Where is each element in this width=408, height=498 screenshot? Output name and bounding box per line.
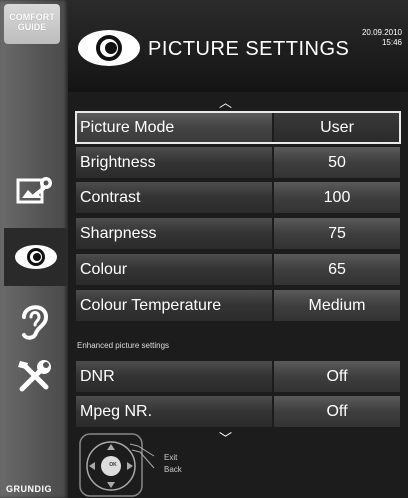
eye-icon bbox=[15, 245, 57, 269]
menu-row-label: Colour bbox=[76, 254, 272, 285]
menu-row-mpeg-nr[interactable]: Mpeg NR. Off bbox=[76, 396, 400, 427]
header: PICTURE SETTINGS 20.09.2010 15:46 bbox=[68, 0, 408, 92]
menu-row-label: Sharpness bbox=[76, 218, 272, 249]
menu-row-value[interactable]: 65 bbox=[274, 254, 400, 285]
sidebar-item-source[interactable] bbox=[0, 162, 68, 220]
menu-row-label: Mpeg NR. bbox=[76, 396, 272, 427]
comfort-guide-button[interactable]: COMFORT GUIDE bbox=[4, 4, 60, 44]
sidebar-item-sound[interactable] bbox=[0, 292, 68, 350]
menu-row-label: Contrast bbox=[76, 182, 272, 213]
eye-icon bbox=[78, 30, 140, 66]
menu-row-picture-mode[interactable]: Picture Mode User bbox=[75, 111, 401, 144]
scroll-down-icon[interactable]: ﹀ bbox=[219, 428, 232, 447]
menu-row-sharpness[interactable]: Sharpness 75 bbox=[76, 218, 400, 249]
date: 20.09.2010 bbox=[361, 28, 402, 37]
page-title: PICTURE SETTINGS bbox=[148, 38, 350, 60]
menu-row-contrast[interactable]: Contrast 100 bbox=[76, 182, 400, 213]
menu-row-label: Picture Mode bbox=[76, 112, 272, 143]
tools-icon bbox=[18, 360, 51, 392]
menu-row-value[interactable]: 75 bbox=[274, 218, 400, 249]
scroll-up-icon[interactable]: ︿ bbox=[219, 92, 232, 111]
menu-row-value[interactable]: Off bbox=[274, 361, 400, 392]
menu-row-label: Brightness bbox=[76, 147, 272, 178]
comfort-guide-label: COMFORT GUIDE bbox=[9, 12, 55, 32]
menu-row-value[interactable]: 50 bbox=[274, 147, 400, 178]
sidebar: COMFORT GUIDE GRUNDIG bbox=[0, 0, 68, 498]
ok-button-label: OK bbox=[109, 462, 117, 468]
back-legend: Back bbox=[164, 465, 182, 474]
time: 15:46 bbox=[381, 38, 402, 47]
datetime: 20.09.2010 15:46 bbox=[362, 28, 402, 48]
menu-row-colour[interactable]: Colour 65 bbox=[76, 254, 400, 285]
section-label: Enhanced picture settings bbox=[77, 341, 170, 350]
menu-row-value[interactable]: Off bbox=[274, 396, 400, 427]
menu-row-label: Colour Temperature bbox=[76, 290, 272, 321]
sidebar-item-picture[interactable] bbox=[4, 228, 68, 286]
menu-row-value[interactable]: Medium bbox=[274, 290, 400, 321]
menu-row-value[interactable]: 100 bbox=[274, 182, 400, 213]
menu-row-colour-temperature[interactable]: Colour Temperature Medium bbox=[76, 290, 400, 321]
sidebar-item-settings[interactable] bbox=[0, 348, 68, 406]
main-panel: PICTURE SETTINGS 20.09.2010 15:46 ︿ Pict… bbox=[68, 0, 408, 498]
menu-row-brightness[interactable]: Brightness 50 bbox=[76, 147, 400, 178]
exit-legend: Exit bbox=[164, 453, 178, 462]
remote-control-icon bbox=[79, 433, 155, 497]
menu-row-label: DNR bbox=[76, 361, 272, 392]
ear-icon bbox=[22, 305, 49, 340]
brand-logo: GRUNDIG bbox=[6, 484, 52, 494]
settings-image-icon bbox=[16, 177, 52, 204]
menu-row-value[interactable]: User bbox=[274, 112, 400, 143]
menu-row-dnr[interactable]: DNR Off bbox=[76, 361, 400, 392]
